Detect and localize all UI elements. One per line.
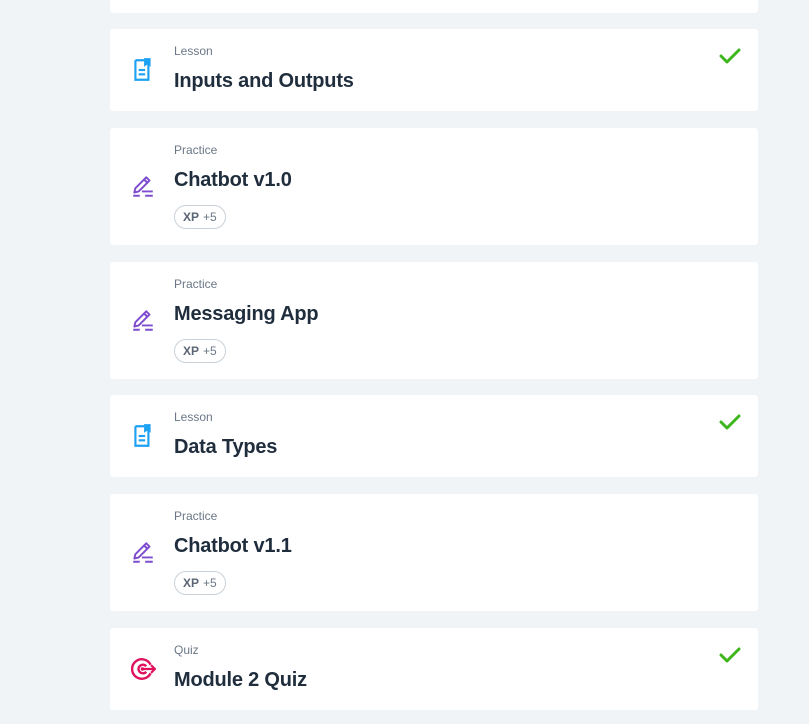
list-item-practice[interactable]: Practice Chatbot v1.0 XP +5 <box>110 128 758 245</box>
xp-value: +5 <box>203 576 217 590</box>
xp-value: +5 <box>203 210 217 224</box>
xp-label: XP <box>183 344 200 358</box>
pencil-icon <box>133 176 153 197</box>
item-title[interactable]: Chatbot v1.0 <box>174 169 292 192</box>
item-title[interactable]: Inputs and Outputs <box>174 70 354 93</box>
item-type-label: Practice <box>174 509 218 523</box>
list-item-quiz[interactable]: Quiz Module 2 Quiz <box>110 628 758 710</box>
xp-value: +5 <box>203 344 217 358</box>
xp-badge: XP +5 <box>174 571 226 595</box>
list-item-lesson[interactable]: Lesson Inputs and Outputs <box>110 29 758 111</box>
item-title[interactable]: Messaging App <box>174 303 319 326</box>
list-item-practice[interactable]: Practice Chatbot v1.1 XP +5 <box>110 494 758 611</box>
item-type-label: Lesson <box>174 410 213 424</box>
item-type-label: Practice <box>174 143 218 157</box>
item-type-label: Lesson <box>174 44 213 58</box>
item-title[interactable]: Module 2 Quiz <box>174 669 307 692</box>
xp-label: XP <box>183 210 200 224</box>
checkmark-icon <box>719 647 741 663</box>
xp-badge: XP +5 <box>174 339 226 363</box>
pencil-icon <box>133 310 153 331</box>
document-icon <box>134 58 151 81</box>
document-icon <box>134 424 151 447</box>
item-type-label: Practice <box>174 277 218 291</box>
list-item-lesson[interactable]: Lesson Data Types <box>110 395 758 477</box>
list-item-practice[interactable]: Practice Messaging App XP +5 <box>110 262 758 379</box>
checkmark-icon <box>719 414 741 430</box>
pencil-icon <box>133 542 153 563</box>
xp-badge: XP +5 <box>174 205 226 229</box>
xp-label: XP <box>183 576 200 590</box>
list-item-partial[interactable] <box>110 0 758 13</box>
item-title[interactable]: Data Types <box>174 436 277 459</box>
item-title[interactable]: Chatbot v1.1 <box>174 535 292 558</box>
checkmark-icon <box>719 48 741 64</box>
item-type-label: Quiz <box>174 643 199 657</box>
target-icon <box>130 658 156 680</box>
